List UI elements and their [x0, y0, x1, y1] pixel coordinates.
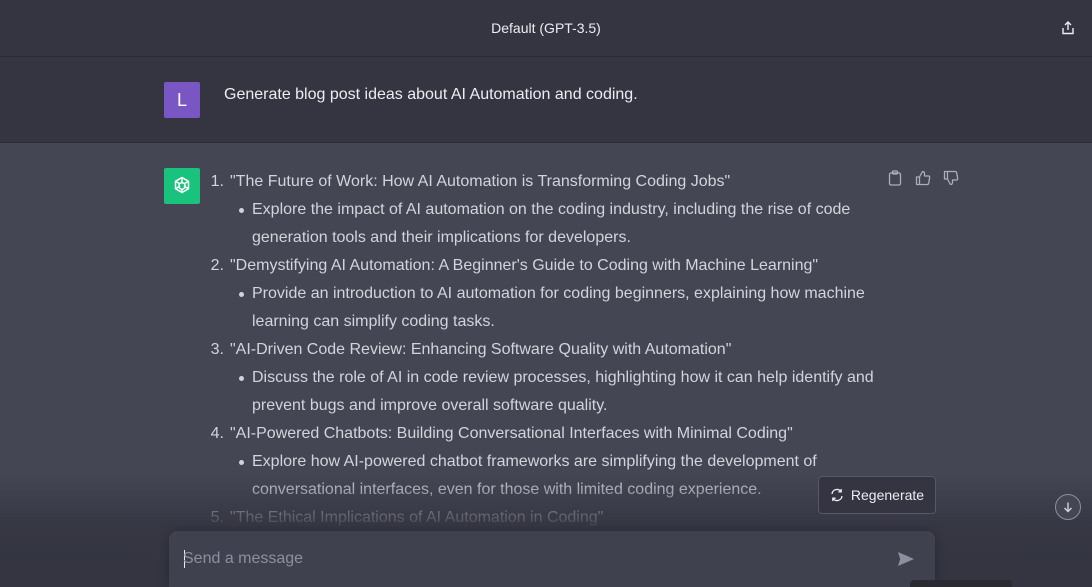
idea-description: Provide an introduction to AI automation… — [202, 280, 882, 336]
top-bar: Default (GPT-3.5) — [0, 0, 1092, 57]
model-title[interactable]: Default (GPT-3.5) — [491, 20, 601, 36]
idea-title: "AI-Driven Code Review: Enhancing Softwa… — [230, 341, 732, 358]
user-message-row: L Generate blog post ideas about AI Auto… — [0, 57, 1092, 143]
list-number: 3. — [210, 341, 224, 358]
list-item: 2. "Demystifying AI Automation: A Beginn… — [202, 252, 882, 280]
chatgpt-logo-icon — [164, 168, 200, 204]
regenerate-button[interactable]: Regenerate — [818, 476, 936, 514]
share-icon[interactable] — [1058, 18, 1078, 38]
idea-description: Discuss the role of AI in code review pr… — [202, 364, 882, 420]
idea-title: "Demystifying AI Automation: A Beginner'… — [230, 257, 819, 274]
idea-title: "The Ethical Implications of AI Automati… — [230, 509, 604, 526]
description-line: learning can simplify coding tasks. — [252, 313, 495, 330]
description-line: Explore how AI-powered chatbot framework… — [252, 453, 817, 470]
assistant-answer: 1. "The Future of Work: How AI Automatio… — [202, 168, 882, 532]
scroll-down-button[interactable] — [1055, 494, 1081, 520]
user-avatar-letter: L — [176, 89, 187, 110]
send-icon[interactable] — [895, 549, 917, 569]
idea-description: Explore the impact of AI automation on t… — [202, 196, 882, 252]
corner-tab — [910, 580, 1012, 587]
regenerate-label: Regenerate — [850, 487, 925, 503]
idea-title: "The Future of Work: How AI Automation i… — [230, 173, 731, 190]
clipboard-icon[interactable] — [886, 169, 904, 187]
idea-description: Explore how AI-powered chatbot framework… — [202, 448, 882, 504]
message-composer — [169, 531, 935, 587]
list-number: 1. — [210, 173, 224, 190]
regenerate-icon — [831, 488, 843, 502]
description-line: conversational interfaces, even for thos… — [252, 481, 762, 498]
assistant-message-row: 1. "The Future of Work: How AI Automatio… — [0, 143, 1092, 587]
list-number: 4. — [210, 425, 224, 442]
arrow-down-icon — [1064, 502, 1072, 513]
list-item: 5. "The Ethical Implications of AI Autom… — [202, 504, 882, 532]
message-input[interactable] — [183, 547, 883, 571]
list-number: 2. — [210, 257, 224, 274]
description-line: generation tools and their implications … — [252, 229, 631, 246]
list-item: 1. "The Future of Work: How AI Automatio… — [202, 168, 882, 196]
list-number: 5. — [210, 509, 224, 526]
list-item: 3. "AI-Driven Code Review: Enhancing Sof… — [202, 336, 882, 364]
list-item: 4. "AI-Powered Chatbots: Building Conver… — [202, 420, 882, 448]
user-avatar: L — [164, 82, 200, 118]
description-line: Explore the impact of AI automation on t… — [252, 201, 851, 218]
idea-title: "AI-Powered Chatbots: Building Conversat… — [230, 425, 793, 442]
user-message-text: Generate blog post ideas about AI Automa… — [224, 86, 638, 103]
thumbs-down-icon[interactable] — [942, 169, 960, 187]
message-actions — [886, 169, 960, 187]
description-line: prevent bugs and improve overall softwar… — [252, 397, 608, 414]
description-line: Discuss the role of AI in code review pr… — [252, 369, 874, 386]
description-line: Provide an introduction to AI automation… — [252, 285, 865, 302]
thumbs-up-icon[interactable] — [914, 169, 932, 187]
